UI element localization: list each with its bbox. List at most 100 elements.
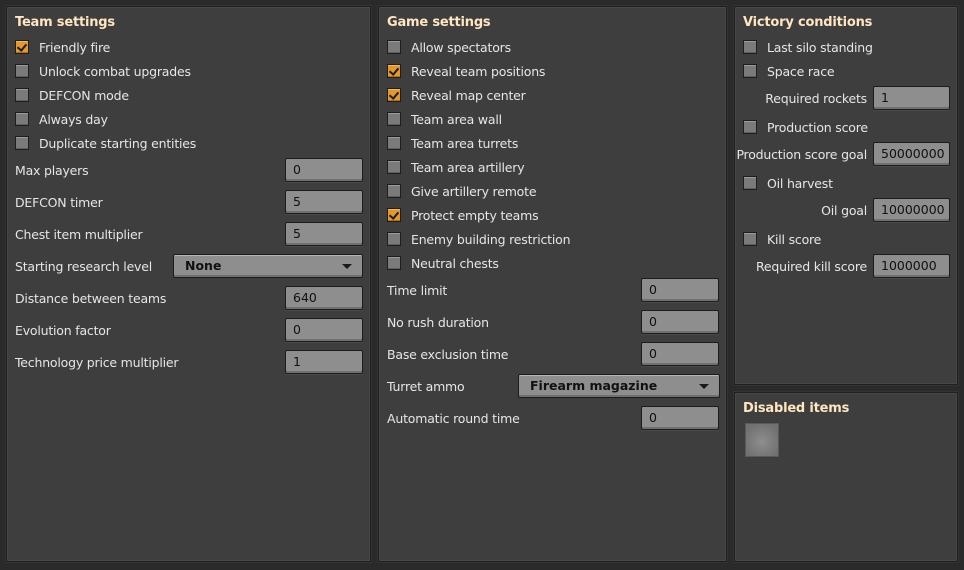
automatic-round-time-input[interactable]: 0 — [641, 406, 719, 430]
protect-empty-teams-checkmark-icon[interactable] — [387, 208, 401, 222]
turret-ammo-selected-value: Firearm magazine — [530, 378, 658, 393]
allow-spectators-checkbox[interactable]: Allow spectators — [387, 37, 511, 57]
team-settings-panel: Team settings Friendly fire Unlock combat… — [6, 6, 371, 562]
production-score-label: Production score — [767, 119, 868, 135]
chest-item-multiplier-input[interactable]: 5 — [285, 222, 363, 246]
duplicate-starting-entities-checkbox[interactable]: Duplicate starting entities — [15, 133, 196, 153]
space-race-checkbox[interactable]: Space race — [743, 61, 835, 81]
required-rockets-label: Required rockets — [765, 91, 867, 106]
friendly-fire-checkbox[interactable]: Friendly fire — [15, 37, 110, 57]
friendly-fire-checkmark-icon[interactable] — [15, 40, 29, 54]
evolution-factor-input[interactable]: 0 — [285, 318, 363, 342]
base-exclusion-time-input[interactable]: 0 — [641, 342, 719, 366]
reveal-map-center-checkbox[interactable]: Reveal map center — [387, 85, 526, 105]
last-silo-standing-check[interactable] — [743, 40, 757, 54]
kill-score-check[interactable] — [743, 232, 757, 246]
oil-goal-label: Oil goal — [821, 203, 867, 218]
defcon-mode-checkbox[interactable]: DEFCON mode — [15, 85, 129, 105]
reveal-map-center-label: Reveal map center — [411, 87, 526, 103]
team-area-turrets-checkbox[interactable]: Team area turrets — [387, 133, 518, 153]
production-score-goal-label: Production score goal — [736, 147, 867, 162]
disabled-items-panel: Disabled items — [734, 392, 958, 562]
reveal-team-positions-checkmark-icon[interactable] — [387, 64, 401, 78]
protect-empty-teams-checkbox[interactable]: Protect empty teams — [387, 205, 539, 225]
enemy-building-restriction-label: Enemy building restriction — [411, 231, 571, 247]
space-race-check[interactable] — [743, 64, 757, 78]
always-day-check[interactable] — [15, 112, 29, 126]
chest-item-multiplier-label: Chest item multiplier — [15, 227, 143, 242]
allow-spectators-label: Allow spectators — [411, 39, 511, 55]
always-day-label: Always day — [39, 111, 108, 127]
unlock-combat-upgrades-label: Unlock combat upgrades — [39, 63, 191, 79]
oil-goal-input[interactable]: 10000000 — [873, 198, 950, 222]
enemy-building-restriction-check[interactable] — [387, 232, 401, 246]
max-players-input[interactable]: 0 — [285, 158, 363, 182]
starting-research-level-label: Starting research level — [15, 259, 153, 274]
required-rockets-input[interactable]: 1 — [873, 86, 950, 110]
give-artillery-remote-check[interactable] — [387, 184, 401, 198]
team-area-artillery-checkbox[interactable]: Team area artillery — [387, 157, 525, 177]
team-area-wall-check[interactable] — [387, 112, 401, 126]
last-silo-standing-label: Last silo standing — [767, 39, 873, 55]
give-artillery-remote-checkbox[interactable]: Give artillery remote — [387, 181, 537, 201]
defcon-mode-label: DEFCON mode — [39, 87, 129, 103]
team-settings-title: Team settings — [15, 15, 115, 30]
friendly-fire-label: Friendly fire — [39, 39, 111, 55]
allow-spectators-check[interactable] — [387, 40, 401, 54]
space-race-label: Space race — [767, 63, 835, 79]
no-rush-duration-label: No rush duration — [387, 315, 489, 330]
kill-score-label: Kill score — [767, 231, 822, 247]
oil-harvest-checkbox[interactable]: Oil harvest — [743, 173, 833, 193]
disabled-item-slot[interactable] — [745, 423, 779, 457]
team-area-artillery-label: Team area artillery — [411, 159, 525, 175]
oil-harvest-label: Oil harvest — [767, 175, 833, 191]
base-exclusion-time-label: Base exclusion time — [387, 347, 509, 362]
team-area-turrets-label: Team area turrets — [411, 135, 519, 151]
defcon-mode-check[interactable] — [15, 88, 29, 102]
turret-ammo-dropdown[interactable]: Firearm magazine — [518, 374, 720, 398]
victory-conditions-title: Victory conditions — [743, 15, 873, 30]
oil-harvest-check[interactable] — [743, 176, 757, 190]
turret-ammo-label: Turret ammo — [387, 379, 465, 394]
technology-price-multiplier-input[interactable]: 1 — [285, 350, 363, 374]
technology-price-multiplier-label: Technology price multiplier — [15, 355, 179, 370]
team-area-turrets-check[interactable] — [387, 136, 401, 150]
team-area-wall-checkbox[interactable]: Team area wall — [387, 109, 502, 129]
time-limit-label: Time limit — [387, 283, 448, 298]
protect-empty-teams-label: Protect empty teams — [411, 207, 539, 223]
required-kill-score-input[interactable]: 1000000 — [873, 254, 950, 278]
evolution-factor-label: Evolution factor — [15, 323, 111, 338]
chevron-down-icon — [699, 384, 709, 389]
production-score-goal-input[interactable]: 50000000 — [873, 142, 950, 166]
defcon-timer-input[interactable]: 5 — [285, 190, 363, 214]
team-area-wall-label: Team area wall — [411, 111, 502, 127]
reveal-team-positions-label: Reveal team positions — [411, 63, 546, 79]
last-silo-standing-checkbox[interactable]: Last silo standing — [743, 37, 873, 57]
game-settings-panel: Game settings Allow spectators Reveal tea… — [378, 6, 727, 562]
time-limit-input[interactable]: 0 — [641, 278, 719, 302]
required-kill-score-label: Required kill score — [755, 259, 867, 274]
max-players-label: Max players — [15, 163, 89, 178]
reveal-map-center-checkmark-icon[interactable] — [387, 88, 401, 102]
neutral-chests-checkbox[interactable]: Neutral chests — [387, 253, 499, 273]
team-area-artillery-check[interactable] — [387, 160, 401, 174]
starting-research-level-dropdown[interactable]: None — [173, 254, 363, 278]
neutral-chests-check[interactable] — [387, 256, 401, 270]
automatic-round-time-label: Automatic round time — [387, 411, 520, 426]
distance-between-teams-label: Distance between teams — [15, 291, 167, 306]
game-settings-title: Game settings — [387, 15, 491, 30]
distance-between-teams-input[interactable]: 640 — [285, 286, 363, 310]
unlock-combat-upgrades-check[interactable] — [15, 64, 29, 78]
chevron-down-icon — [342, 264, 352, 269]
reveal-team-positions-checkbox[interactable]: Reveal team positions — [387, 61, 545, 81]
duplicate-starting-entities-label: Duplicate starting entities — [39, 135, 197, 151]
kill-score-checkbox[interactable]: Kill score — [743, 229, 821, 249]
always-day-checkbox[interactable]: Always day — [15, 109, 108, 129]
duplicate-starting-entities-check[interactable] — [15, 136, 29, 150]
unlock-combat-upgrades-checkbox[interactable]: Unlock combat upgrades — [15, 61, 191, 81]
production-score-checkbox[interactable]: Production score — [743, 117, 868, 137]
enemy-building-restriction-checkbox[interactable]: Enemy building restriction — [387, 229, 570, 249]
no-rush-duration-input[interactable]: 0 — [641, 310, 719, 334]
victory-conditions-panel: Victory conditions Last silo standing Sp… — [734, 6, 958, 385]
production-score-check[interactable] — [743, 120, 757, 134]
